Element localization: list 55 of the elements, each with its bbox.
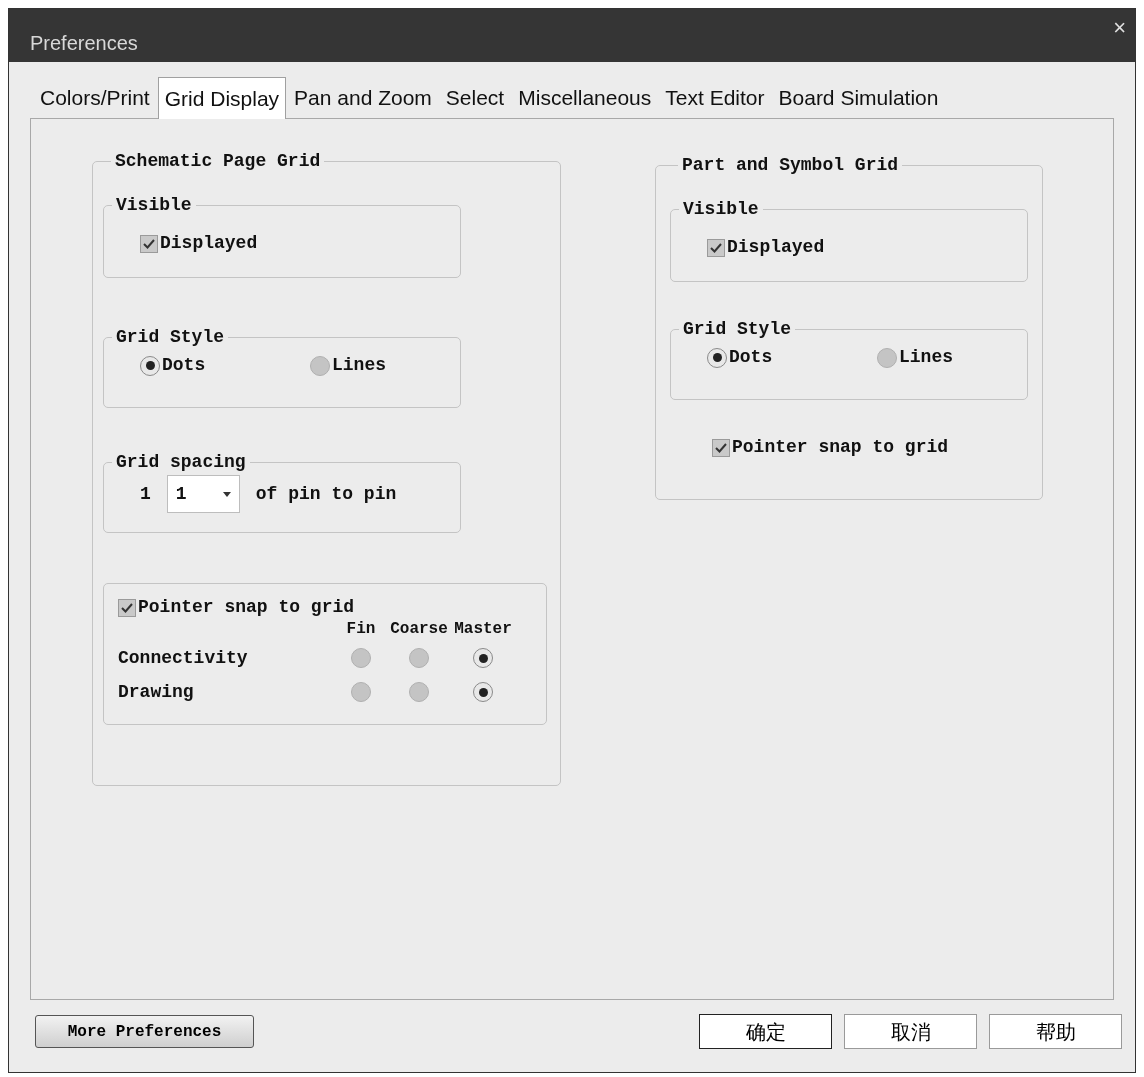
tab[interactable]: Miscellaneous (512, 78, 658, 118)
spacing-unit: of pin to pin (255, 482, 397, 506)
radio-label: Dots (162, 354, 206, 377)
checkbox-label: Displayed (160, 232, 258, 255)
tab[interactable]: Select (439, 78, 511, 118)
row-label: Drawing (118, 681, 195, 704)
column-header: Coarse (390, 619, 448, 640)
radio-label: Lines (899, 346, 953, 369)
check-icon (710, 242, 722, 253)
more-preferences-button[interactable]: More Preferences (35, 1015, 254, 1048)
group-title: Grid Style (682, 318, 793, 340)
tab[interactable]: Pan and Zoom (288, 78, 438, 118)
window-title: Preferences (30, 31, 138, 56)
dialog-button[interactable]: 取消 (844, 1014, 977, 1049)
radio-label: Dots (729, 346, 773, 369)
spacing-dropdown[interactable]: 1 (166, 475, 240, 513)
checkbox[interactable] (707, 238, 725, 257)
group-title: Visible (682, 198, 760, 220)
spacing-label: 1 (140, 482, 151, 506)
column-header: Master (453, 619, 513, 640)
check-icon (143, 238, 155, 249)
group-title: Part and Symbol Grid (681, 154, 900, 176)
checkbox[interactable] (118, 598, 136, 617)
group-title: Schematic Page Grid (114, 150, 322, 172)
checkbox-label: Pointer snap to grid (732, 436, 949, 459)
group-title: Grid spacing (115, 451, 247, 473)
radio-label: Lines (332, 354, 386, 377)
dialog-button[interactable]: 确定 (699, 1014, 832, 1049)
radio-button[interactable] (877, 347, 897, 368)
tab[interactable]: Board Simulation (772, 78, 945, 118)
radio-button[interactable] (351, 682, 371, 702)
tab[interactable]: Text Editor (659, 78, 771, 118)
checkbox[interactable] (712, 438, 730, 457)
close-button[interactable]: × (1113, 17, 1126, 39)
group-title: Grid Style (115, 326, 226, 348)
radio-button[interactable] (351, 648, 371, 668)
checkbox[interactable] (140, 234, 158, 253)
radio-button[interactable] (310, 355, 330, 376)
column-header: Fin (345, 619, 377, 640)
dialog-button[interactable]: 帮助 (989, 1014, 1122, 1049)
radio-button[interactable] (409, 648, 429, 668)
radio-button[interactable] (140, 355, 160, 376)
checkbox-label: Pointer snap to grid (138, 596, 355, 619)
radio-button[interactable] (409, 682, 429, 702)
radio-button[interactable] (473, 648, 493, 668)
group-title: Visible (115, 194, 193, 216)
caret-icon (222, 491, 231, 497)
radio-button[interactable] (473, 682, 493, 702)
row-label: Connectivity (118, 647, 249, 670)
check-icon (121, 602, 133, 613)
checkbox-label: Displayed (727, 236, 825, 259)
tab[interactable]: Colors/Print (34, 78, 156, 118)
check-icon (715, 442, 727, 453)
tab[interactable]: Grid Display (157, 77, 287, 119)
radio-button[interactable] (707, 347, 727, 368)
